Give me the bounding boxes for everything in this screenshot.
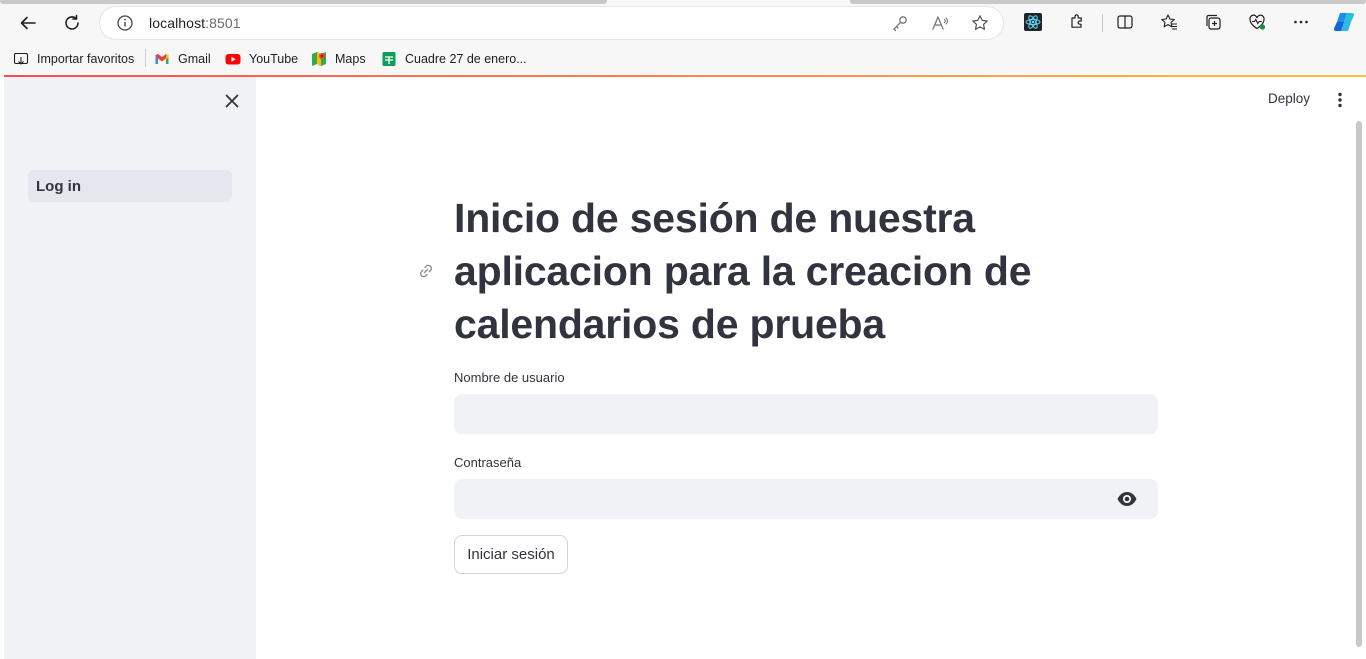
youtube-icon: [225, 54, 241, 65]
toolbar-divider: [1102, 14, 1103, 32]
refresh-button[interactable]: [57, 8, 87, 38]
show-password-eye-icon[interactable]: [1116, 490, 1138, 508]
bookmark-gmail[interactable]: Gmail: [154, 50, 211, 68]
back-button[interactable]: [13, 8, 43, 38]
sheets-icon: [382, 52, 396, 66]
address-bar[interactable]: localhost:8501: [100, 7, 1003, 39]
bookmark-separator: [145, 49, 146, 67]
close-icon: [225, 94, 239, 108]
bookmark-maps[interactable]: Maps: [311, 50, 366, 68]
page-title: Inicio de sesión de nuestra aplicacion p…: [454, 195, 1032, 347]
deploy-button[interactable]: Deploy: [1268, 91, 1310, 106]
import-favorites-icon: [13, 52, 29, 65]
browser-toolbar: localhost:8501: [0, 0, 1366, 44]
bookmark-cuadre[interactable]: Cuadre 27 de enero...: [381, 50, 527, 68]
react-devtools-icon[interactable]: [1022, 11, 1044, 33]
gmail-icon: [155, 54, 169, 64]
collections-icon[interactable]: [1202, 11, 1224, 33]
bookmarks-bar: Importar favoritos Gmail YouTube Maps Cu…: [0, 44, 1366, 74]
browser-essentials-icon[interactable]: [1246, 11, 1268, 33]
read-aloud-icon[interactable]: [931, 14, 949, 32]
url-host: localhost: [149, 15, 206, 31]
scrollbar[interactable]: [1356, 121, 1362, 647]
link-anchor-icon[interactable]: [416, 261, 436, 281]
site-info-icon[interactable]: [116, 14, 134, 32]
sidebar-item-label: Log in: [36, 177, 81, 195]
url-text: localhost:8501: [149, 15, 241, 31]
split-screen-icon[interactable]: [1114, 11, 1136, 33]
password-field-container: [454, 479, 1158, 519]
tab-strip-edge: [0, 0, 607, 4]
url-port: :8501: [205, 15, 241, 31]
close-sidebar-button[interactable]: [222, 91, 242, 111]
kebab-menu-icon: [1338, 92, 1342, 108]
tab-strip-edge-right: [850, 0, 1366, 4]
main-content: Deploy Inicio de sesión de nuestra aplic…: [256, 77, 1366, 659]
maps-icon: [312, 52, 326, 66]
sidebar-item-log-in[interactable]: Log in: [28, 170, 232, 202]
back-arrow-icon: [20, 16, 36, 30]
login-submit-button[interactable]: Iniciar sesión: [454, 535, 568, 574]
bookmark-import-favorites[interactable]: Importar favoritos: [13, 50, 134, 68]
bookmark-label: Cuadre 27 de enero...: [405, 52, 527, 66]
main-menu-button[interactable]: [1330, 90, 1350, 110]
password-input[interactable]: [454, 479, 1158, 519]
password-key-icon[interactable]: [891, 14, 909, 32]
refresh-icon: [65, 14, 79, 30]
bookmark-label: Gmail: [178, 52, 211, 66]
extensions-icon[interactable]: [1066, 11, 1088, 33]
bookmark-label: Importar favoritos: [37, 52, 135, 66]
copilot-icon[interactable]: [1331, 9, 1357, 35]
favorites-icon[interactable]: [1158, 11, 1180, 33]
bookmark-youtube[interactable]: YouTube: [225, 50, 298, 68]
password-label: Contraseña: [454, 455, 522, 470]
username-input[interactable]: [454, 394, 1158, 434]
more-options-icon[interactable]: [1290, 11, 1312, 33]
username-label: Nombre de usuario: [454, 370, 565, 385]
bookmark-label: YouTube: [249, 52, 299, 66]
bookmark-label: Maps: [335, 52, 366, 66]
favorite-star-icon[interactable]: [971, 14, 989, 32]
username-field-container: [454, 394, 1158, 434]
sidebar: Log in: [4, 77, 256, 659]
